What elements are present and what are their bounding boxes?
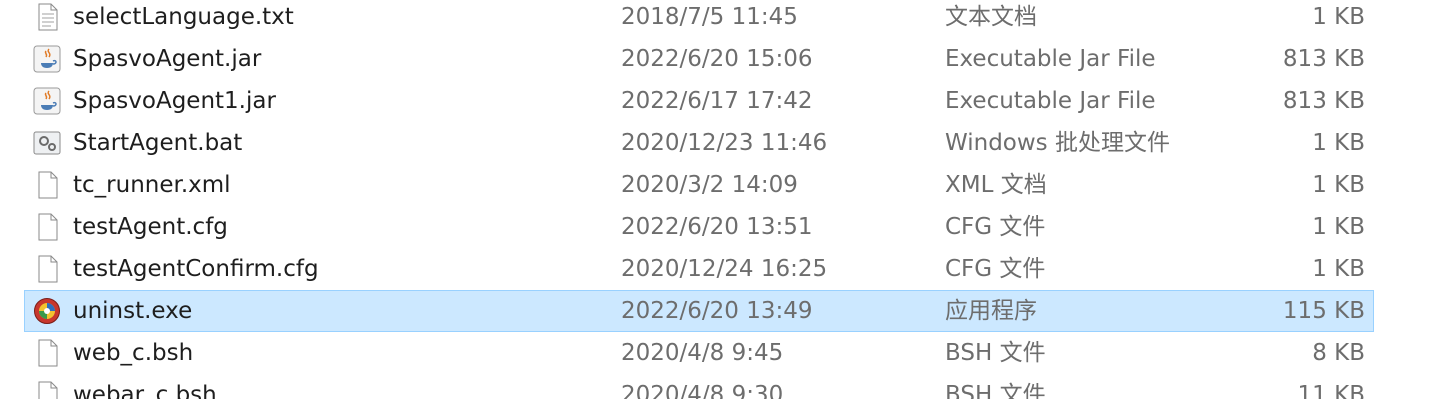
file-size: 1 KB bbox=[1312, 214, 1365, 240]
file-name: StartAgent.bat bbox=[73, 130, 243, 156]
file-date-modified: 2022/6/17 17:42 bbox=[621, 88, 813, 114]
file-size: 1 KB bbox=[1312, 172, 1365, 198]
file-type: CFG 文件 bbox=[945, 214, 1046, 240]
file-size: 8 KB bbox=[1312, 340, 1365, 366]
file-name: web_c.bsh bbox=[73, 340, 194, 366]
file-date-modified: 2020/12/23 11:46 bbox=[621, 130, 828, 156]
file-name: tc_runner.xml bbox=[73, 172, 231, 198]
file-type: BSH 文件 bbox=[945, 382, 1046, 400]
batch-file-icon bbox=[33, 131, 61, 155]
file-row-uninst-exe[interactable]: uninst.exe 2022/6/20 13:49 应用程序 115 KB bbox=[24, 290, 1374, 332]
file-date-modified: 2020/4/8 9:30 bbox=[621, 382, 784, 400]
file-row-web_c-bsh[interactable]: web_c.bsh 2020/4/8 9:45 BSH 文件 8 KB bbox=[24, 332, 1374, 374]
file-type: Windows 批处理文件 bbox=[945, 130, 1170, 156]
installer-exe-icon bbox=[34, 298, 60, 324]
file-type: Executable Jar File bbox=[945, 88, 1156, 114]
file-size: 813 KB bbox=[1282, 88, 1365, 114]
file-type: XML 文档 bbox=[945, 172, 1047, 198]
file-row-testAgent-cfg[interactable]: testAgent.cfg 2022/6/20 13:51 CFG 文件 1 K… bbox=[24, 206, 1374, 248]
file-date-modified: 2022/6/20 13:49 bbox=[621, 298, 813, 324]
file-type: 应用程序 bbox=[945, 298, 1037, 324]
file-name: testAgentConfirm.cfg bbox=[73, 256, 319, 282]
text-file-icon bbox=[38, 3, 58, 31]
file-name: uninst.exe bbox=[73, 298, 193, 324]
file-date-modified: 2020/3/2 14:09 bbox=[621, 172, 798, 198]
file-row-selectLanguage-txt[interactable]: selectLanguage.txt 2018/7/5 11:45 文本文档 1… bbox=[24, 0, 1374, 38]
blank-file-icon bbox=[38, 381, 58, 399]
file-size: 115 KB bbox=[1282, 298, 1365, 324]
file-date-modified: 2022/6/20 15:06 bbox=[621, 46, 813, 72]
java-jar-icon bbox=[33, 45, 61, 73]
file-type: Executable Jar File bbox=[945, 46, 1156, 72]
file-date-modified: 2022/6/20 13:51 bbox=[621, 214, 813, 240]
file-name: SpasvoAgent.jar bbox=[73, 46, 262, 72]
file-row-webar_c-bsh[interactable]: webar_c.bsh 2020/4/8 9:30 BSH 文件 11 KB bbox=[24, 374, 1374, 400]
file-size: 1 KB bbox=[1312, 130, 1365, 156]
file-type: CFG 文件 bbox=[945, 256, 1046, 282]
file-size: 813 KB bbox=[1282, 46, 1365, 72]
file-name: selectLanguage.txt bbox=[73, 4, 294, 30]
file-name: SpasvoAgent1.jar bbox=[73, 88, 276, 114]
file-row-SpasvoAgent1-jar[interactable]: SpasvoAgent1.jar 2022/6/17 17:42 Executa… bbox=[24, 80, 1374, 122]
file-name: testAgent.cfg bbox=[73, 214, 228, 240]
file-row-SpasvoAgent-jar[interactable]: SpasvoAgent.jar 2022/6/20 15:06 Executab… bbox=[24, 38, 1374, 80]
file-name: webar_c.bsh bbox=[73, 382, 217, 400]
blank-file-icon bbox=[38, 213, 58, 241]
file-row-tc_runner-xml[interactable]: tc_runner.xml 2020/3/2 14:09 XML 文档 1 KB bbox=[24, 164, 1374, 206]
file-size: 1 KB bbox=[1312, 256, 1365, 282]
file-date-modified: 2020/4/8 9:45 bbox=[621, 340, 784, 366]
file-type: 文本文档 bbox=[945, 4, 1037, 30]
file-type: BSH 文件 bbox=[945, 340, 1046, 366]
file-row-testAgentConfirm-cfg[interactable]: testAgentConfirm.cfg 2020/12/24 16:25 CF… bbox=[24, 248, 1374, 290]
file-size: 11 KB bbox=[1297, 382, 1365, 400]
java-jar-icon bbox=[33, 87, 61, 115]
file-row-StartAgent-bat[interactable]: StartAgent.bat 2020/12/23 11:46 Windows … bbox=[24, 122, 1374, 164]
blank-file-icon bbox=[38, 339, 58, 367]
file-date-modified: 2020/12/24 16:25 bbox=[621, 256, 828, 282]
blank-file-icon bbox=[38, 255, 58, 283]
file-size: 1 KB bbox=[1312, 4, 1365, 30]
blank-file-icon bbox=[38, 171, 58, 199]
file-date-modified: 2018/7/5 11:45 bbox=[621, 4, 798, 30]
